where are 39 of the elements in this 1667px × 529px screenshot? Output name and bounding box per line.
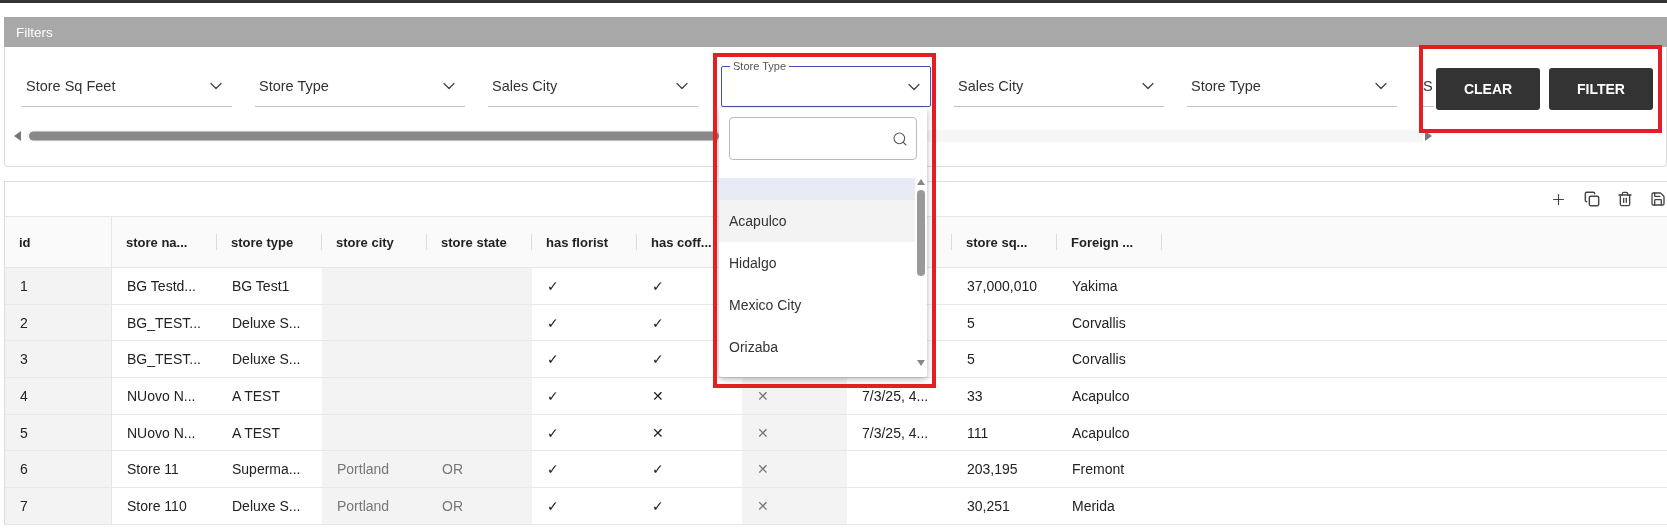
table-cell: 3 xyxy=(5,341,112,378)
search-icon xyxy=(892,130,908,147)
dropdown-field[interactable]: Store Sq Feet xyxy=(22,66,232,107)
column-header[interactable]: store city xyxy=(336,234,394,250)
table-cell: ✕ xyxy=(742,414,847,451)
dropdown-field[interactable]: Store Type xyxy=(255,66,465,107)
column-header[interactable]: store sq... xyxy=(966,234,1028,250)
column-header[interactable]: store type xyxy=(231,234,294,250)
column-header[interactable]: Foreign ... xyxy=(1071,234,1134,250)
trash-icon[interactable] xyxy=(1617,191,1633,207)
table-cell: ✕ xyxy=(742,488,847,524)
dropdown-field[interactable]: Store Type xyxy=(1187,66,1397,107)
dropdown-field[interactable]: Sales City xyxy=(954,66,1164,107)
column-header[interactable]: has coff... xyxy=(651,234,712,250)
dropdown-option[interactable]: Acapulco xyxy=(719,200,915,242)
table-cell: 6 xyxy=(5,451,112,488)
save-icon[interactable] xyxy=(1650,191,1666,207)
clear-button[interactable]: CLEAR xyxy=(1436,68,1540,110)
vertical-scrollbar[interactable] xyxy=(915,178,927,368)
filter-button[interactable]: FILTER xyxy=(1549,68,1653,110)
copy-icon[interactable] xyxy=(1584,191,1600,207)
table-cell: Portland xyxy=(322,451,427,488)
dropdown-field[interactable]: Sales City xyxy=(488,66,698,107)
column-header[interactable]: id xyxy=(19,234,31,250)
table-cell: 4 xyxy=(5,378,112,414)
table-cell: 2 xyxy=(5,304,112,341)
table-cell: 7 xyxy=(5,488,112,524)
table-cell: OR xyxy=(427,451,532,488)
dropdown-field[interactable]: S xyxy=(1420,66,1434,107)
table-cell: ✕ xyxy=(742,451,847,488)
search-field[interactable] xyxy=(729,117,917,160)
table-cell: 5 xyxy=(5,414,112,451)
table-cell: 1 xyxy=(5,268,112,304)
panel-title: Filters xyxy=(4,17,1667,47)
column-header[interactable]: store na... xyxy=(126,234,188,250)
table-cell: Portland xyxy=(322,488,427,524)
column-header[interactable]: has florist xyxy=(546,234,609,250)
column-header[interactable]: store state xyxy=(441,234,507,250)
table-cell: OR xyxy=(427,488,532,524)
